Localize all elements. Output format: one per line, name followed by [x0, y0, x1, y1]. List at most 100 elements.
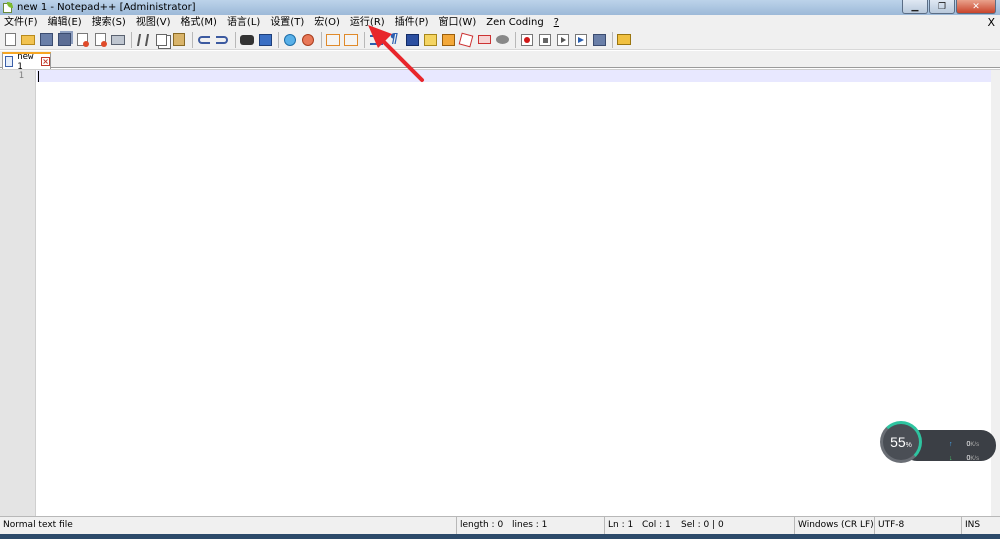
run-button[interactable] — [616, 32, 632, 48]
status-bar: Normal text file length : 0 lines : 1 Ln… — [0, 516, 1000, 534]
menu-edit[interactable]: 编辑(E) — [43, 15, 87, 30]
folder-as-workspace-button[interactable] — [476, 32, 492, 48]
close-file-button[interactable] — [74, 32, 90, 48]
menu-file[interactable]: 文件(F) — [0, 15, 43, 30]
menu-window[interactable]: 窗口(W) — [434, 15, 482, 30]
network-speed-widget[interactable]: ↑ 0K/s ↓ 0K/s 55% — [880, 421, 996, 463]
pen-icon — [458, 32, 474, 47]
status-eol[interactable]: Windows (CR LF) — [794, 517, 874, 534]
stop-recording-button[interactable] — [537, 32, 553, 48]
title-bar: new 1 - Notepad++ [Administrator] ▁ ❐ ✕ — [0, 0, 1000, 15]
find-button[interactable] — [239, 32, 255, 48]
copy-button[interactable] — [153, 32, 169, 48]
open-file-button[interactable] — [20, 32, 36, 48]
close-all-icon — [94, 33, 106, 46]
tab-new-1[interactable]: new 1 × — [2, 52, 51, 72]
toolbar-separator — [612, 31, 613, 48]
save-macro-icon — [592, 33, 606, 46]
zoom-in-icon — [284, 33, 296, 46]
cut-button[interactable] — [135, 32, 151, 48]
menu-run[interactable]: 运行(R) — [345, 15, 390, 30]
user-language-icon — [423, 33, 437, 46]
doc-map-button[interactable] — [440, 32, 456, 48]
undo-button[interactable] — [196, 32, 212, 48]
playback-button[interactable] — [555, 32, 571, 48]
replace-icon — [258, 33, 272, 46]
pilcrow-icon: ¶ — [389, 31, 399, 47]
close-window-button[interactable]: ✕ — [956, 0, 996, 14]
menu-format[interactable]: 格式(M) — [176, 15, 222, 30]
status-insert-mode: INS — [961, 517, 1000, 534]
user-language-button[interactable] — [422, 32, 438, 48]
sync-horizontal-button[interactable] — [343, 32, 359, 48]
close-all-button[interactable] — [92, 32, 108, 48]
close-document-button[interactable]: X — [987, 15, 995, 30]
undo-icon — [198, 35, 210, 44]
play-multiple-icon — [575, 33, 587, 46]
printer-icon — [111, 34, 125, 45]
show-all-characters-button[interactable]: ¶ — [386, 32, 402, 48]
zoom-out-button[interactable] — [300, 32, 316, 48]
save-button[interactable] — [38, 32, 54, 48]
menu-bar: 文件(F) 编辑(E) 搜索(S) 视图(V) 格式(M) 语言(L) 设置(T… — [0, 15, 1000, 30]
toolbar-separator — [131, 31, 132, 48]
editor-area[interactable]: 1 — [0, 69, 1000, 516]
restore-button[interactable]: ❐ — [929, 0, 955, 14]
taskbar — [0, 534, 1000, 539]
save-macro-button[interactable] — [591, 32, 607, 48]
status-encoding[interactable]: UTF-8 — [874, 517, 960, 534]
status-ln: Ln : 1 — [604, 517, 638, 534]
restore-icon: ❐ — [937, 1, 947, 12]
menu-zen-coding[interactable]: Zen Coding — [481, 15, 548, 30]
file-saved-icon — [5, 56, 14, 67]
save-all-button[interactable] — [56, 32, 72, 48]
run-macro-multiple-button[interactable] — [573, 32, 589, 48]
menu-view[interactable]: 视图(V) — [131, 15, 176, 30]
new-file-button[interactable] — [2, 32, 18, 48]
print-button[interactable] — [110, 32, 126, 48]
menu-plugins[interactable]: 插件(P) — [390, 15, 434, 30]
word-wrap-icon — [369, 34, 383, 45]
menu-language[interactable]: 语言(L) — [222, 15, 265, 30]
menu-help[interactable]: ? — [549, 15, 564, 30]
close-file-icon — [76, 33, 88, 46]
redo-icon — [216, 35, 228, 44]
toolbar: ¶ — [0, 30, 1000, 50]
rectangle-icon — [477, 35, 491, 44]
stop-icon — [539, 33, 551, 46]
download-arrow-icon: ↓ — [949, 455, 953, 462]
memory-usage-gauge[interactable]: 55% — [880, 421, 922, 463]
memory-usage-percent: 55% — [890, 434, 912, 450]
menu-settings[interactable]: 设置(T) — [265, 15, 309, 30]
redo-button[interactable] — [214, 32, 230, 48]
zoom-in-button[interactable] — [282, 32, 298, 48]
sync-vertical-button[interactable] — [325, 32, 341, 48]
text-caret — [38, 71, 39, 82]
function-list-button[interactable] — [458, 32, 474, 48]
download-speed: ↓ 0K/s — [949, 455, 980, 462]
word-wrap-button[interactable] — [368, 32, 384, 48]
toolbar-separator — [321, 31, 322, 48]
new-file-icon — [4, 33, 16, 46]
replace-button[interactable] — [257, 32, 273, 48]
status-col: Col : 1 — [642, 520, 671, 530]
start-recording-button[interactable] — [519, 32, 535, 48]
menu-macro[interactable]: 宏(O) — [309, 15, 345, 30]
indent-guide-icon — [405, 33, 419, 46]
paste-icon — [173, 33, 185, 46]
play-icon — [557, 33, 569, 46]
notepadpp-app-icon[interactable] — [2, 1, 14, 14]
toolbar-separator — [278, 31, 279, 48]
tab-bar: new 1 × — [0, 51, 1000, 72]
minimize-icon: ▁ — [911, 1, 919, 12]
upload-arrow-icon: ↑ — [949, 441, 953, 448]
binoculars-icon — [240, 34, 254, 45]
tab-close-icon[interactable]: × — [41, 57, 50, 66]
minimize-button[interactable]: ▁ — [902, 0, 928, 14]
indent-guide-button[interactable] — [404, 32, 420, 48]
monitoring-button[interactable] — [494, 32, 510, 48]
zoom-out-icon — [302, 33, 314, 46]
menu-search[interactable]: 搜索(S) — [87, 15, 131, 30]
paste-button[interactable] — [171, 32, 187, 48]
toolbar-separator — [192, 31, 193, 48]
